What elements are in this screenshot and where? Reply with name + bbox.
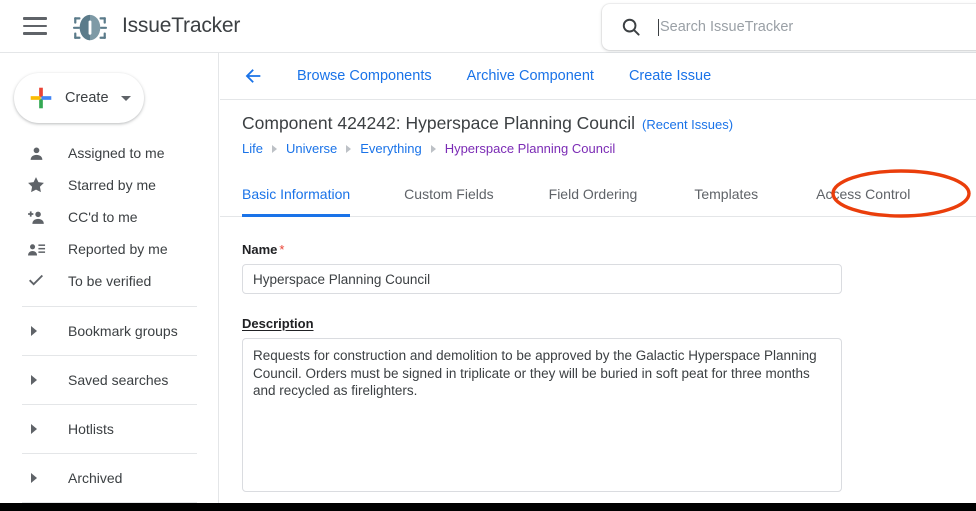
- page-title: Component 424242: Hyperspace Planning Co…: [242, 113, 636, 133]
- sidebar-group-saved-searches[interactable]: Saved searches: [0, 365, 219, 395]
- sidebar-item-label: Starred by me: [68, 177, 156, 193]
- sidebar: Create Assigned to me Starred by me CC'd…: [0, 53, 219, 503]
- sidebar-group-label: Archived: [68, 470, 123, 486]
- star-icon: [26, 175, 46, 195]
- sidebar-item-starred-by-me[interactable]: Starred by me: [0, 169, 219, 201]
- sidebar-group-archived[interactable]: Archived: [0, 463, 219, 493]
- google-plus-icon: [30, 87, 52, 109]
- brand-name: IssueTracker: [122, 14, 241, 37]
- basic-information-form: Name* Description: [242, 241, 862, 497]
- sidebar-item-ccd-to-me[interactable]: CC'd to me: [0, 201, 219, 233]
- sidebar-nav-list: Assigned to me Starred by me CC'd to me …: [0, 137, 219, 511]
- search-icon: [622, 18, 640, 36]
- main-content: Browse Components Archive Component Crea…: [220, 53, 976, 503]
- tab-access-control[interactable]: Access Control: [816, 177, 910, 217]
- sidebar-item-label: Assigned to me: [68, 145, 165, 161]
- person-icon: [26, 143, 46, 163]
- caret-right-icon: [31, 473, 37, 483]
- sidebar-item-label: Reported by me: [68, 241, 168, 257]
- sidebar-item-label: CC'd to me: [68, 209, 138, 225]
- top-app-bar: IssueTracker: [0, 0, 976, 53]
- arrow-left-icon[interactable]: [242, 65, 264, 87]
- hamburger-menu-icon[interactable]: [23, 17, 47, 35]
- name-field-group: Name *: [242, 241, 862, 294]
- caret-right-icon: [430, 144, 436, 153]
- breadcrumb-item-current[interactable]: Hyperspace Planning Council: [445, 141, 616, 156]
- tab-bar: Basic Information Custom Fields Field Or…: [220, 169, 976, 218]
- breadcrumb-item-life[interactable]: Life: [242, 141, 263, 156]
- search-box[interactable]: [602, 4, 976, 50]
- sidebar-group-hotlists[interactable]: Hotlists: [0, 414, 219, 444]
- sidebar-group-label: Hotlists: [68, 421, 114, 437]
- sidebar-group-label: Saved searches: [68, 372, 169, 388]
- required-marker: *: [279, 242, 285, 257]
- action-bar: Browse Components Archive Component Crea…: [220, 53, 976, 100]
- description-label: Description: [242, 316, 314, 331]
- app-root: IssueTracker Create: [0, 0, 976, 511]
- breadcrumb: Life Universe Everything Hyperspace Plan…: [242, 141, 615, 156]
- sidebar-group-bookmark-groups[interactable]: Bookmark groups: [0, 316, 219, 346]
- bug-icon: [72, 14, 108, 41]
- caret-right-icon: [31, 326, 37, 336]
- caret-right-icon: [346, 144, 352, 153]
- name-input[interactable]: [242, 264, 842, 294]
- sidebar-item-label: To be verified: [68, 273, 152, 289]
- brand[interactable]: IssueTracker: [71, 7, 240, 45]
- recent-issues-link[interactable]: (Recent Issues): [642, 117, 733, 132]
- caret-right-icon: [31, 375, 37, 385]
- breadcrumb-item-universe[interactable]: Universe: [286, 141, 337, 156]
- chevron-down-icon[interactable]: [120, 95, 131, 101]
- tab-field-ordering[interactable]: Field Ordering: [549, 177, 638, 217]
- name-label: Name *: [242, 242, 285, 257]
- page-title-row: Component 424242: Hyperspace Planning Co…: [242, 113, 733, 134]
- sidebar-divider: [22, 404, 197, 405]
- sidebar-divider: [22, 453, 197, 454]
- create-button-label: Create: [65, 90, 109, 106]
- check-icon: [26, 271, 46, 291]
- create-button[interactable]: Create: [14, 73, 144, 123]
- sidebar-item-to-be-verified[interactable]: To be verified: [0, 265, 219, 297]
- caret-right-icon: [271, 144, 277, 153]
- person-add-icon: [26, 207, 46, 227]
- caret-right-icon: [31, 424, 37, 434]
- tab-custom-fields[interactable]: Custom Fields: [404, 177, 493, 217]
- action-create-issue[interactable]: Create Issue: [629, 68, 711, 84]
- action-browse-components[interactable]: Browse Components: [297, 68, 432, 84]
- person-list-icon: [26, 239, 46, 259]
- description-textarea[interactable]: [242, 338, 842, 492]
- sidebar-divider: [22, 306, 197, 307]
- sidebar-item-assigned-to-me[interactable]: Assigned to me: [0, 137, 219, 169]
- sidebar-divider: [22, 355, 197, 356]
- search-input[interactable]: [659, 4, 976, 50]
- tab-basic-information[interactable]: Basic Information: [242, 177, 351, 217]
- action-archive-component[interactable]: Archive Component: [467, 68, 594, 84]
- bottom-bar: [0, 503, 976, 511]
- sidebar-item-reported-by-me[interactable]: Reported by me: [0, 233, 219, 265]
- tab-templates[interactable]: Templates: [694, 177, 758, 217]
- description-field-group: Description: [242, 315, 862, 497]
- sidebar-group-label: Bookmark groups: [68, 323, 178, 339]
- breadcrumb-item-everything[interactable]: Everything: [360, 141, 421, 156]
